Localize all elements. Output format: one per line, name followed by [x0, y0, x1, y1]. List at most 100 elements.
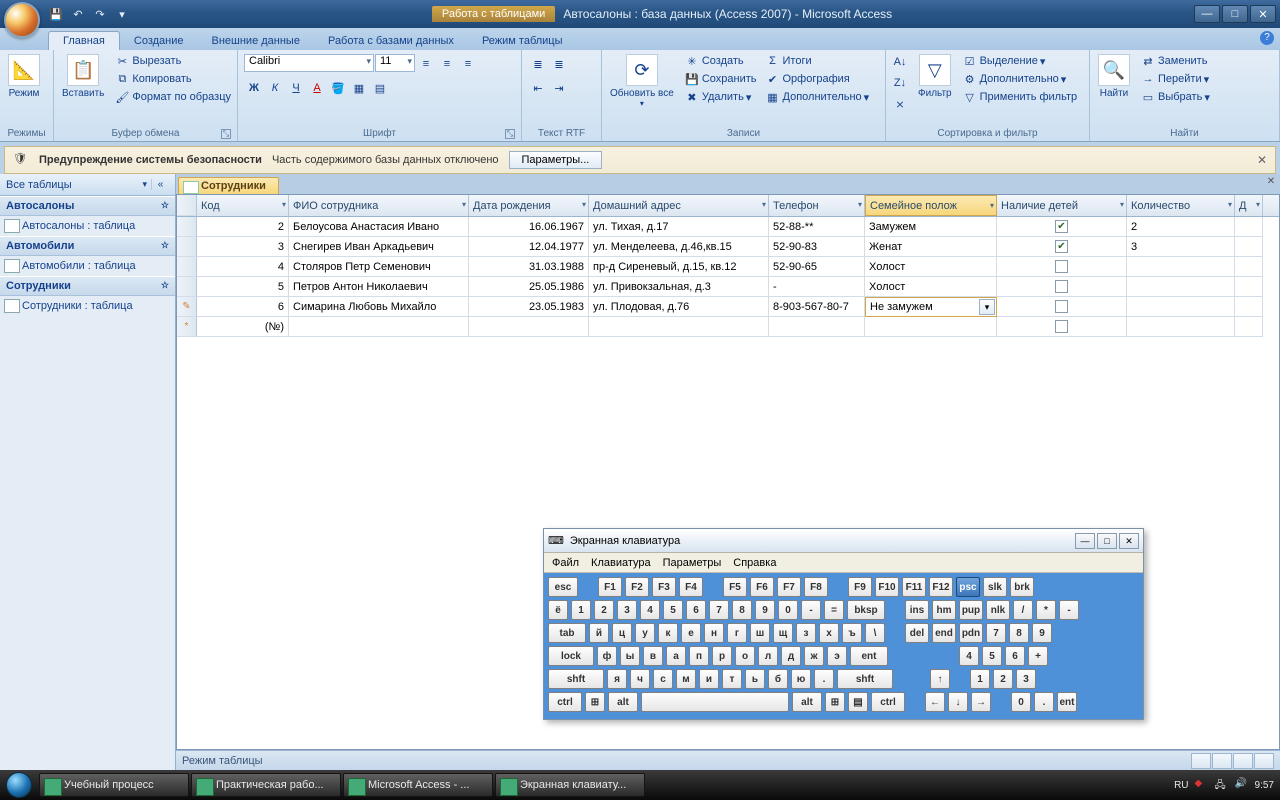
spelling-button[interactable]: ✔Орфография — [763, 70, 872, 88]
osk-close-button[interactable]: ✕ — [1119, 533, 1139, 549]
osk-key[interactable]: 2 — [594, 600, 614, 620]
nav-group-header[interactable]: Автомобили☆ — [0, 236, 175, 256]
table-cell[interactable]: Холост — [865, 257, 997, 277]
clock[interactable]: 9:57 — [1255, 780, 1274, 791]
sort-desc-button[interactable]: Z↓ — [890, 73, 910, 93]
row-selector[interactable] — [177, 237, 197, 257]
osk-key[interactable]: й — [589, 623, 609, 643]
osk-key[interactable]: ctrl — [871, 692, 905, 712]
osk-key[interactable]: ч — [630, 669, 650, 689]
osk-key[interactable]: г — [727, 623, 747, 643]
osk-key[interactable]: F3 — [652, 577, 676, 597]
decrease-indent-button[interactable]: ⇤ — [528, 78, 548, 98]
osk-key[interactable]: pup — [959, 600, 983, 620]
table-cell[interactable] — [1127, 257, 1235, 277]
osk-key[interactable]: 8 — [732, 600, 752, 620]
taskbar-item[interactable]: Практическая рабо... — [191, 773, 341, 797]
ribbon-tab-external[interactable]: Внешние данные — [198, 32, 314, 50]
nav-collapse-button[interactable]: « — [151, 179, 169, 190]
view-pivot-button[interactable] — [1212, 753, 1232, 769]
osk-key[interactable]: ctrl — [548, 692, 582, 712]
table-cell[interactable]: 8-903-567-80-7 — [769, 297, 865, 317]
numbering-button[interactable]: ≣ — [549, 54, 569, 74]
help-icon[interactable]: ? — [1260, 31, 1274, 45]
gridlines-button[interactable]: ▦ — [349, 78, 369, 98]
ribbon-tab-home[interactable]: Главная — [48, 31, 120, 50]
osk-key[interactable]: ← — [925, 692, 945, 712]
osk-key[interactable]: ы — [620, 646, 640, 666]
row-selector[interactable] — [177, 277, 197, 297]
selection-filter-button[interactable]: ☑Выделение ▾ — [960, 52, 1080, 70]
start-button[interactable] — [0, 770, 38, 800]
osk-key[interactable]: 3 — [617, 600, 637, 620]
osk-key[interactable]: F12 — [929, 577, 953, 597]
osk-key[interactable]: я — [607, 669, 627, 689]
osk-key[interactable]: → — [971, 692, 991, 712]
table-cell[interactable]: пр-д Сиреневый, д.15, кв.12 — [589, 257, 769, 277]
row-selector[interactable]: ✎ — [177, 297, 197, 317]
qat-dropdown-icon[interactable]: ▾ — [114, 6, 130, 22]
osk-key[interactable]: ь — [745, 669, 765, 689]
checkbox[interactable]: ✔ — [1055, 240, 1068, 253]
osk-key[interactable]: ↑ — [930, 669, 950, 689]
osk-key[interactable]: esc — [548, 577, 578, 597]
osk-key[interactable]: у — [635, 623, 655, 643]
osk-titlebar[interactable]: ⌨ Экранная клавиатура — □ ✕ — [544, 529, 1143, 553]
osk-key[interactable]: F2 — [625, 577, 649, 597]
table-cell[interactable]: 31.03.1988 — [469, 257, 589, 277]
nav-group-header[interactable]: Сотрудники☆ — [0, 276, 175, 296]
increase-indent-button[interactable]: ⇥ — [549, 78, 569, 98]
format-painter-button[interactable]: 🖌Формат по образцу — [112, 88, 233, 106]
osk-key[interactable]: 3 — [1016, 669, 1036, 689]
osk-key[interactable]: ⊞ — [585, 692, 605, 712]
ribbon-tab-dbtools[interactable]: Работа с базами данных — [314, 32, 468, 50]
nav-item[interactable]: Автосалоны : таблица — [0, 216, 175, 236]
close-button[interactable]: ✕ — [1250, 5, 1276, 23]
table-cell[interactable]: 4 — [197, 257, 289, 277]
tray-volume-icon[interactable]: 🔊 — [1235, 778, 1249, 792]
cut-button[interactable]: ✂Вырезать — [112, 52, 233, 70]
osk-key[interactable]: 5 — [982, 646, 1002, 666]
osk-key[interactable]: р — [712, 646, 732, 666]
osk-key[interactable]: т — [722, 669, 742, 689]
osk-key[interactable]: щ — [773, 623, 793, 643]
table-cell[interactable]: 6 — [197, 297, 289, 317]
table-cell[interactable]: 52-90-83 — [769, 237, 865, 257]
osk-key[interactable]: 4 — [640, 600, 660, 620]
delete-record-button[interactable]: ✖Удалить ▾ — [682, 88, 759, 106]
osk-key[interactable]: 0 — [778, 600, 798, 620]
taskbar-item[interactable]: Учебный процесс — [39, 773, 189, 797]
osk-key[interactable]: 6 — [686, 600, 706, 620]
combo-dropdown-button[interactable]: ▾ — [979, 299, 995, 315]
osk-key[interactable]: * — [1036, 600, 1056, 620]
table-cell[interactable] — [1235, 297, 1263, 317]
table-cell[interactable] — [1127, 297, 1235, 317]
osk-key[interactable]: alt — [608, 692, 638, 712]
checkbox[interactable]: ✔ — [1055, 220, 1068, 233]
table-cell[interactable]: ✔ — [997, 217, 1127, 237]
nav-item[interactable]: Автомобили : таблица — [0, 256, 175, 276]
table-cell[interactable] — [997, 317, 1127, 337]
osk-key[interactable]: slk — [983, 577, 1007, 597]
osk-key[interactable]: F8 — [804, 577, 828, 597]
document-close-button[interactable]: ✕ — [1264, 176, 1278, 190]
row-selector[interactable] — [177, 257, 197, 277]
osk-key[interactable]: 6 — [1005, 646, 1025, 666]
tray-antivirus-icon[interactable]: ◆ — [1195, 778, 1209, 792]
osk-key[interactable]: ↓ — [948, 692, 968, 712]
taskbar-item[interactable]: Microsoft Access - ... — [343, 773, 493, 797]
table-cell[interactable]: - — [769, 277, 865, 297]
osk-key[interactable]: б — [768, 669, 788, 689]
table-cell[interactable]: Не замужем▾ — [865, 297, 997, 317]
table-cell[interactable] — [589, 317, 769, 337]
osk-key[interactable]: 7 — [709, 600, 729, 620]
table-cell[interactable]: Белоусова Анастасия Ивано — [289, 217, 469, 237]
minimize-button[interactable]: — — [1194, 5, 1220, 23]
table-cell[interactable]: Столяров Петр Семенович — [289, 257, 469, 277]
osk-key[interactable]: - — [801, 600, 821, 620]
osk-key[interactable]: brk — [1010, 577, 1034, 597]
osk-key-space[interactable] — [641, 692, 789, 712]
column-header[interactable]: Количество▾ — [1127, 195, 1235, 216]
office-button[interactable] — [4, 2, 40, 38]
osk-key[interactable]: F11 — [902, 577, 926, 597]
